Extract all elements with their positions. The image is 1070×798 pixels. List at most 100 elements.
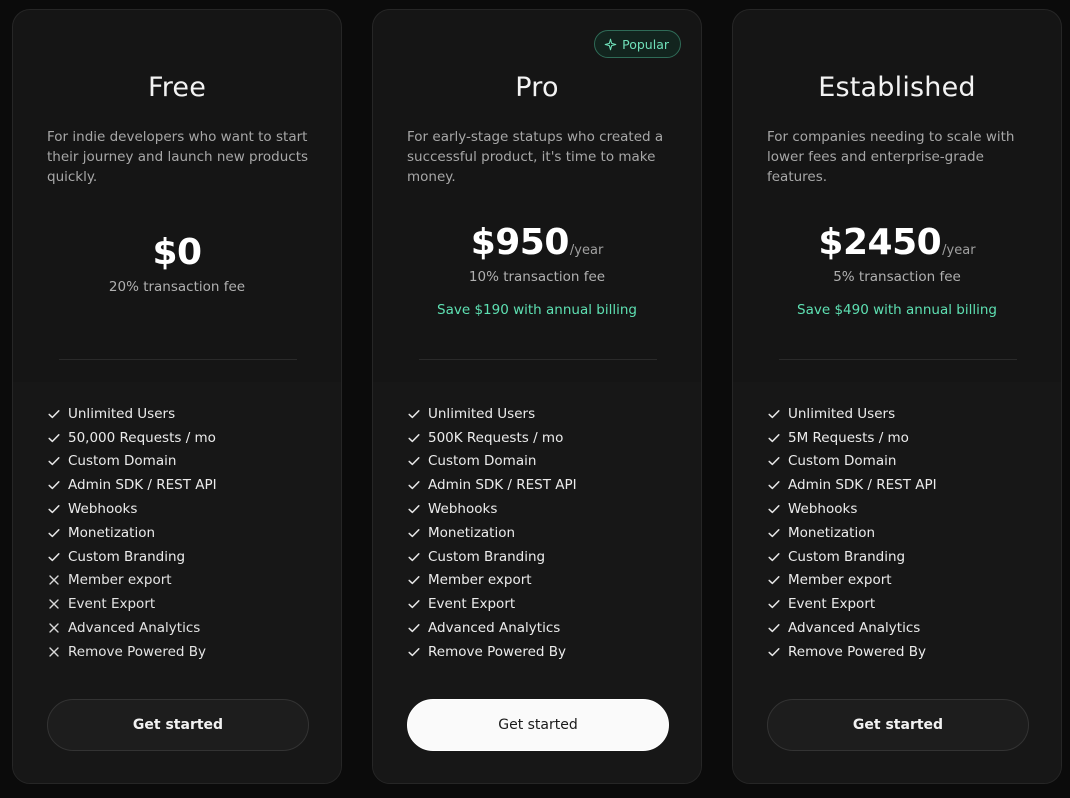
- feature-item: Event Export: [47, 592, 317, 616]
- feature-label: Remove Powered By: [428, 643, 567, 660]
- feature-item: Advanced Analytics: [767, 616, 1037, 640]
- transaction-fee: 5% transaction fee: [833, 269, 961, 285]
- feature-label: Admin SDK / REST API: [68, 477, 217, 494]
- feature-list: Unlimited Users 500K Requests / mo Custom …: [407, 402, 677, 664]
- transaction-fee: 10% transaction fee: [468, 269, 606, 285]
- feature-label: Webhooks: [428, 501, 498, 518]
- feature-item: Webhooks: [47, 497, 317, 521]
- feature-item: Advanced Analytics: [407, 616, 677, 640]
- feature-item: Webhooks: [767, 497, 1037, 521]
- feature-item: 500K Requests / mo: [407, 426, 677, 450]
- get-started-button[interactable]: Get started: [767, 699, 1029, 751]
- feature-label: Event Export: [788, 596, 876, 613]
- feature-item: Admin SDK / REST API: [767, 473, 1037, 497]
- check-icon: [767, 526, 781, 540]
- feature-item: Custom Branding: [767, 545, 1037, 569]
- plan-description: For indie developers who want to start t…: [47, 129, 309, 185]
- feature-label: Admin SDK / REST API: [788, 477, 937, 494]
- pricing-cards: Free For indie developers who want to st…: [0, 0, 1070, 798]
- check-icon: [767, 621, 781, 635]
- check-icon: [47, 550, 61, 564]
- x-icon: [47, 621, 61, 635]
- x-icon: [47, 645, 61, 659]
- feature-item: Remove Powered By: [47, 640, 317, 664]
- feature-label: 5M Requests / mo: [788, 429, 909, 446]
- check-icon: [767, 478, 781, 492]
- feature-item: Unlimited Users: [407, 402, 677, 426]
- check-icon: [767, 597, 781, 611]
- check-icon: [767, 645, 781, 659]
- feature-label: Event Export: [428, 596, 516, 613]
- plan-description: For early-stage statups who created a su…: [407, 129, 664, 185]
- feature-item: Member export: [767, 569, 1037, 593]
- feature-label: Unlimited Users: [68, 405, 176, 422]
- feature-label: Custom Domain: [788, 453, 897, 470]
- feature-item: Custom Branding: [407, 545, 677, 569]
- price-row: $0: [13, 232, 341, 273]
- feature-label: Webhooks: [68, 501, 138, 518]
- divider: [59, 359, 297, 360]
- plan-name: Free: [147, 72, 207, 103]
- feature-item: Admin SDK / REST API: [47, 473, 317, 497]
- annual-savings: Save $490 with annual billing: [797, 302, 997, 318]
- plan-price: $2450: [818, 222, 942, 263]
- check-icon: [47, 526, 61, 540]
- feature-item: Monetization: [47, 521, 317, 545]
- get-started-button[interactable]: Get started: [407, 699, 669, 751]
- plan-card-free: Free For indie developers who want to st…: [12, 9, 342, 784]
- feature-label: Remove Powered By: [68, 643, 207, 660]
- check-icon: [407, 597, 421, 611]
- feature-item: Custom Domain: [407, 450, 677, 474]
- feature-item: Custom Branding: [47, 545, 317, 569]
- check-icon: [407, 550, 421, 564]
- feature-label: Monetization: [428, 524, 516, 541]
- feature-item: Monetization: [767, 521, 1037, 545]
- plan-card-pro: Popular Pro For early-stage statups who …: [372, 9, 702, 784]
- check-icon: [767, 407, 781, 421]
- check-icon: [47, 502, 61, 516]
- check-icon: [767, 454, 781, 468]
- feature-label: Advanced Analytics: [788, 620, 921, 637]
- badge-label: Popular: [622, 36, 669, 52]
- plan-name: Established: [818, 72, 976, 103]
- price-period: /year: [569, 243, 604, 258]
- plan-description: For companies needing to scale with lowe…: [767, 129, 1015, 185]
- feature-item: Unlimited Users: [47, 402, 317, 426]
- popular-badge: Popular: [594, 30, 681, 58]
- sparkle-icon: [604, 38, 617, 51]
- check-icon: [407, 502, 421, 516]
- feature-item: Member export: [407, 569, 677, 593]
- feature-label: Advanced Analytics: [428, 620, 561, 637]
- check-icon: [407, 454, 421, 468]
- plan-price: $950: [470, 222, 570, 263]
- feature-item: Remove Powered By: [767, 640, 1037, 664]
- feature-label: Custom Domain: [68, 453, 177, 470]
- divider: [779, 359, 1017, 360]
- annual-savings: Save $190 with annual billing: [437, 302, 637, 318]
- check-icon: [47, 454, 61, 468]
- feature-label: Monetization: [68, 524, 156, 541]
- feature-label: Remove Powered By: [788, 643, 927, 660]
- feature-list: Unlimited Users 50,000 Requests / mo Custo…: [47, 402, 317, 664]
- check-icon: [47, 431, 61, 445]
- divider: [419, 359, 657, 360]
- feature-label: Member export: [788, 572, 892, 589]
- plan-card-established: Established For companies needing to sca…: [732, 9, 1062, 784]
- feature-label: Event Export: [68, 596, 156, 613]
- get-started-button[interactable]: Get started: [47, 699, 309, 751]
- price-row: $2450/year: [733, 222, 1061, 263]
- check-icon: [407, 478, 421, 492]
- feature-label: Unlimited Users: [428, 405, 536, 422]
- feature-label: Monetization: [788, 524, 876, 541]
- check-icon: [407, 407, 421, 421]
- feature-label: Advanced Analytics: [68, 620, 201, 637]
- check-icon: [407, 573, 421, 587]
- check-icon: [47, 478, 61, 492]
- check-icon: [767, 431, 781, 445]
- feature-item: 50,000 Requests / mo: [47, 426, 317, 450]
- check-icon: [407, 526, 421, 540]
- feature-label: Unlimited Users: [788, 405, 896, 422]
- feature-label: 500K Requests / mo: [428, 429, 564, 446]
- check-icon: [47, 407, 61, 421]
- feature-item: Webhooks: [407, 497, 677, 521]
